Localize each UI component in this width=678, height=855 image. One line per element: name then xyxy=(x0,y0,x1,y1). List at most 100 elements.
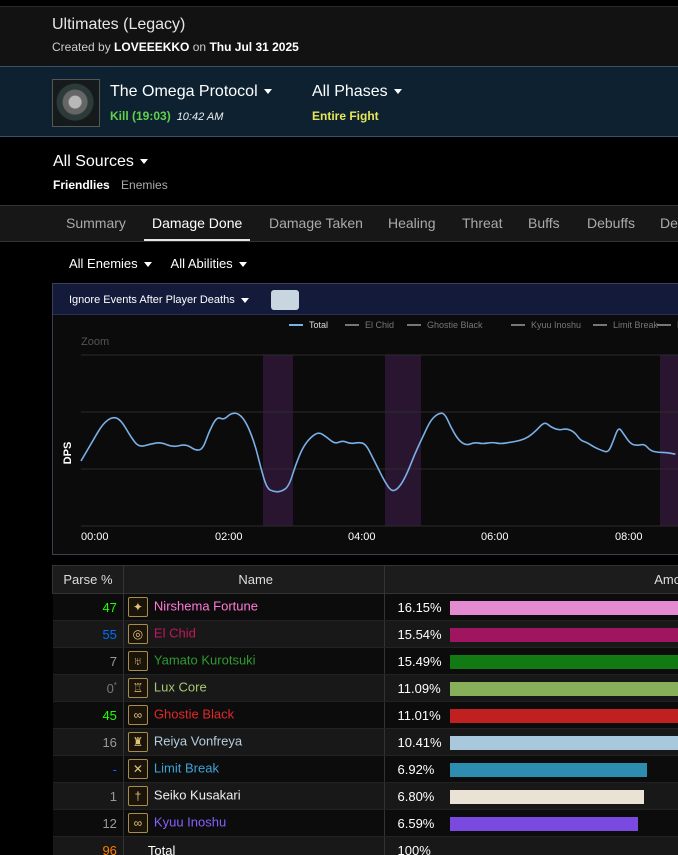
phase-sub[interactable]: Entire Fight xyxy=(312,109,379,123)
active-tab-indicator xyxy=(144,239,250,241)
name-cell: Total xyxy=(122,836,384,855)
death-band xyxy=(385,355,421,526)
kill-line: Kill (19:03) 10:42 AM xyxy=(110,109,223,123)
sources-title: All Sources xyxy=(53,153,134,170)
boss-dropdown[interactable]: The Omega Protocol xyxy=(110,83,272,101)
x-tick-label: 00:00 xyxy=(81,531,109,543)
tab-debuffs[interactable]: Debuffs xyxy=(587,215,635,231)
report-author[interactable]: LOVEEEKKO xyxy=(114,40,189,54)
name-cell: ♜ Reiya Vonfreya xyxy=(122,728,384,756)
tab-summary[interactable]: Summary xyxy=(66,215,126,231)
damage-table: Parse % Name Amo 47 ✦ Nirshema Fortune 16.1… xyxy=(52,565,678,855)
table-row[interactable]: 1 † Seiko Kusakari 6.80% xyxy=(52,782,678,810)
player-name-link[interactable]: Yamato Kurotsuki xyxy=(154,652,256,667)
header-amount[interactable]: Amo xyxy=(383,565,678,594)
header-name[interactable]: Name xyxy=(122,565,385,594)
table-row[interactable]: - ✕ Limit Break 6.92% xyxy=(52,755,678,783)
boss-name: The Omega Protocol xyxy=(110,83,258,100)
parse-cell: 47 xyxy=(52,593,124,621)
job-icon: ∞ xyxy=(127,813,148,833)
ignore-deaths-dropdown[interactable]: Ignore Events After Player Deaths xyxy=(69,294,249,306)
player-name-link[interactable]: Kyuu Inoshu xyxy=(154,814,226,829)
parse-value: 7 xyxy=(109,653,117,669)
parse-value: 47 xyxy=(102,599,117,615)
tab-damage-done[interactable]: Damage Done xyxy=(152,215,242,231)
damage-percent: 11.09% xyxy=(397,681,441,697)
all-abilities-dropdown[interactable]: All Abilities xyxy=(171,256,247,271)
table-row[interactable]: 16 ♜ Reiya Vonfreya 10.41% xyxy=(52,728,678,756)
damage-percent: 6.59% xyxy=(397,816,435,832)
table-row[interactable]: 12 ∞ Kyuu Inoshu 6.59% xyxy=(52,809,678,837)
table-row[interactable]: 0* ♖ Lux Core 11.09% xyxy=(52,674,678,702)
filter-enemies[interactable]: Enemies xyxy=(121,178,168,192)
ignore-deaths-toggle[interactable] xyxy=(271,290,299,310)
name-cell: ✦ Nirshema Fortune xyxy=(122,593,384,621)
fight-selector-bar: The Omega Protocol Kill (19:03) 10:42 AM … xyxy=(0,66,678,137)
x-tick-label: 04:00 xyxy=(348,531,376,543)
parse-value: 45 xyxy=(102,707,117,723)
damage-percent: 15.49% xyxy=(397,654,442,670)
damage-bar xyxy=(449,735,678,750)
parse-cell: 16 xyxy=(52,728,124,756)
player-name-link[interactable]: Total xyxy=(148,843,175,855)
player-name-link[interactable]: Lux Core xyxy=(154,679,207,694)
parse-value: 55 xyxy=(102,626,117,642)
chevron-down-icon xyxy=(393,89,402,95)
amount-cell: 11.09% xyxy=(383,674,678,702)
tab-damage-taken[interactable]: Damage Taken xyxy=(269,215,363,231)
amount-cell: 100% xyxy=(383,836,678,855)
amount-cell: 6.59% xyxy=(383,809,678,837)
player-name-link[interactable]: Seiko Kusakari xyxy=(154,787,241,802)
parse-value: - xyxy=(112,761,117,777)
legend-item: Total xyxy=(309,320,328,330)
parse-cell: 55 xyxy=(52,620,124,648)
tab-overflow[interactable]: De xyxy=(660,215,678,231)
all-enemies-label: All Enemies xyxy=(69,256,138,271)
sources-dropdown[interactable]: All Sources xyxy=(53,153,148,171)
name-cell: ♅ Yamato Kurotsuki xyxy=(122,647,384,675)
boss-portrait xyxy=(52,79,100,127)
player-name-link[interactable]: Reiya Vonfreya xyxy=(154,733,242,748)
death-band xyxy=(660,355,678,526)
parse-cell: 12 xyxy=(52,809,124,837)
player-name-link[interactable]: Nirshema Fortune xyxy=(154,598,258,613)
table-row[interactable]: 7 ♅ Yamato Kurotsuki 15.49% xyxy=(52,647,678,675)
player-name-link[interactable]: Ghostie Black xyxy=(154,706,234,721)
y-axis-label: DPS xyxy=(62,442,74,465)
report-header: Ultimates (Legacy) Created by LOVEEEKKO … xyxy=(0,6,678,66)
all-enemies-dropdown[interactable]: All Enemies xyxy=(69,256,152,271)
amount-cell: 15.54% xyxy=(383,620,678,648)
job-icon: † xyxy=(127,786,148,806)
zoom-label[interactable]: Zoom xyxy=(81,336,109,348)
report-date: Thu Jul 31 2025 xyxy=(209,40,299,54)
damage-percent: 100% xyxy=(397,843,431,855)
series-line-total xyxy=(80,412,676,493)
table-row[interactable]: 55 ◎ El Chid 15.54% xyxy=(52,620,678,648)
player-name-link[interactable]: Limit Break xyxy=(154,760,219,775)
phase-dropdown[interactable]: All Phases xyxy=(312,83,402,101)
date-prefix: on xyxy=(192,40,207,54)
name-cell: † Seiko Kusakari xyxy=(122,782,384,810)
player-name-link[interactable]: El Chid xyxy=(154,625,196,640)
damage-percent: 16.15% xyxy=(397,600,442,616)
damage-bar xyxy=(449,708,678,723)
all-abilities-label: All Abilities xyxy=(170,256,233,271)
parse-value: 1 xyxy=(109,788,117,804)
x-tick-label: 02:00 xyxy=(215,531,243,543)
legend-item: Ghostie Black xyxy=(427,320,483,330)
header-parse[interactable]: Parse % xyxy=(52,565,124,594)
dps-chart[interactable]: Total El Chid Ghostie Black Kyuu Inoshu Limi… xyxy=(53,315,678,555)
kill-status: Kill (19:03) xyxy=(110,109,171,123)
graph-toolbar: Ignore Events After Player Deaths xyxy=(53,284,678,315)
phase-name: All Phases xyxy=(312,83,388,100)
tab-healing[interactable]: Healing xyxy=(388,215,435,231)
tab-buffs[interactable]: Buffs xyxy=(528,215,560,231)
table-row[interactable]: 45 ∞ Ghostie Black 11.01% xyxy=(52,701,678,729)
tab-threat[interactable]: Threat xyxy=(462,215,502,231)
table-row[interactable]: 47 ✦ Nirshema Fortune 16.15% xyxy=(52,593,678,621)
table-total-row[interactable]: 96 Total 100% xyxy=(52,836,678,855)
filter-friendlies[interactable]: Friendlies xyxy=(53,178,110,192)
job-icon: ♖ xyxy=(127,678,148,698)
name-cell: ✕ Limit Break xyxy=(122,755,384,783)
parse-value: 12 xyxy=(102,815,117,831)
